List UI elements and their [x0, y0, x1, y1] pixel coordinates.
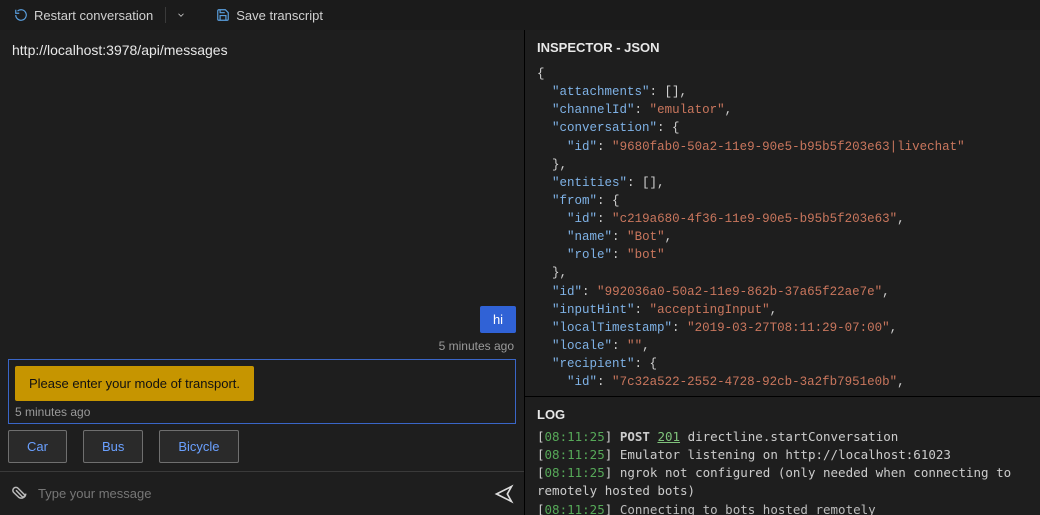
bot-prompt-bubble: Please enter your mode of transport.	[15, 366, 254, 401]
log-link-remote-bots[interactable]: Connecting to bots hosted remotely	[620, 502, 876, 515]
log-title: LOG	[525, 397, 1040, 426]
suggestion-car[interactable]: Car	[8, 430, 67, 463]
suggested-actions: Car Bus Bicycle	[8, 430, 516, 463]
toolbar: Restart conversation Save transcript	[0, 0, 1040, 30]
inspector-panel: INSPECTOR - JSON { "attachments": [], "c…	[525, 30, 1040, 397]
log-line: [08:11:25] ngrok not configured (only ne…	[537, 464, 1028, 500]
message-composer	[0, 471, 524, 515]
toolbar-dropdown[interactable]	[172, 10, 190, 20]
log-line: [08:11:25] Emulator listening on http://…	[537, 446, 1028, 464]
bot-message-timestamp: 5 minutes ago	[15, 405, 509, 419]
message-input[interactable]	[38, 486, 484, 501]
user-message-bubble[interactable]: hi	[480, 306, 516, 333]
log-panel: LOG [08:11:25] POST 201 directline.start…	[525, 397, 1040, 515]
inspector-json: { "attachments": [], "channelId": "emula…	[525, 59, 1040, 397]
restart-conversation-button[interactable]: Restart conversation	[8, 6, 159, 25]
conversation-area: hi 5 minutes ago Please enter your mode …	[0, 68, 524, 471]
log-line: [08:11:25] POST 201 directline.startConv…	[537, 428, 1028, 446]
user-message-row: hi	[8, 306, 516, 333]
log-line: [08:11:25] Connecting to bots hosted rem…	[537, 501, 1028, 515]
toolbar-separator	[165, 7, 166, 23]
attach-icon[interactable]	[10, 485, 28, 503]
selected-bot-message[interactable]: Please enter your mode of transport. 5 m…	[8, 359, 516, 424]
inspector-title: INSPECTOR - JSON	[525, 30, 1040, 59]
log-lines: [08:11:25] POST 201 directline.startConv…	[525, 426, 1040, 515]
send-icon[interactable]	[494, 484, 514, 504]
restart-label: Restart conversation	[34, 8, 153, 23]
suggestion-bus[interactable]: Bus	[83, 430, 143, 463]
suggestion-bicycle[interactable]: Bicycle	[159, 430, 238, 463]
user-message-timestamp: 5 minutes ago	[8, 339, 516, 353]
status-code-link[interactable]: 201	[657, 429, 680, 444]
save-icon	[216, 8, 230, 22]
endpoint-address: http://localhost:3978/api/messages	[0, 30, 524, 68]
chat-panel: http://localhost:3978/api/messages hi 5 …	[0, 30, 525, 515]
save-transcript-button[interactable]: Save transcript	[210, 6, 329, 25]
refresh-icon	[14, 8, 28, 22]
save-label: Save transcript	[236, 8, 323, 23]
